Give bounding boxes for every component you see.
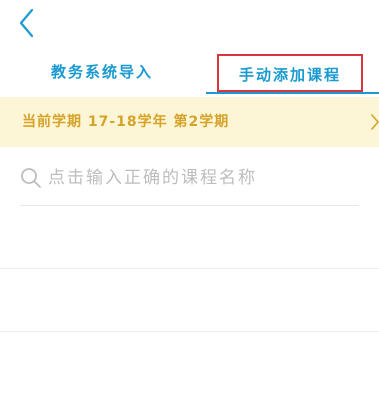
search-icon [21, 168, 41, 188]
divider [0, 268, 379, 269]
tab-academic-import[interactable]: 教务系统导入 [12, 50, 192, 94]
nav-bar [0, 0, 379, 50]
chevron-left-icon [19, 8, 34, 38]
back-button[interactable] [12, 6, 44, 40]
course-name-input[interactable] [48, 158, 348, 198]
current-term-label: 当前学期 17-18学年 第2学期 [22, 114, 230, 130]
active-tab-indicator [206, 92, 379, 94]
divider [0, 331, 379, 332]
tab-manual-add-course[interactable]: 手动添加课程 [217, 54, 363, 92]
course-search-field[interactable] [20, 158, 359, 206]
current-term-bar[interactable]: 当前学期 17-18学年 第2学期 [0, 97, 379, 147]
tab-bar: 教务系统导入 手动添加课程 [0, 50, 379, 96]
chevron-right-icon [371, 114, 379, 130]
